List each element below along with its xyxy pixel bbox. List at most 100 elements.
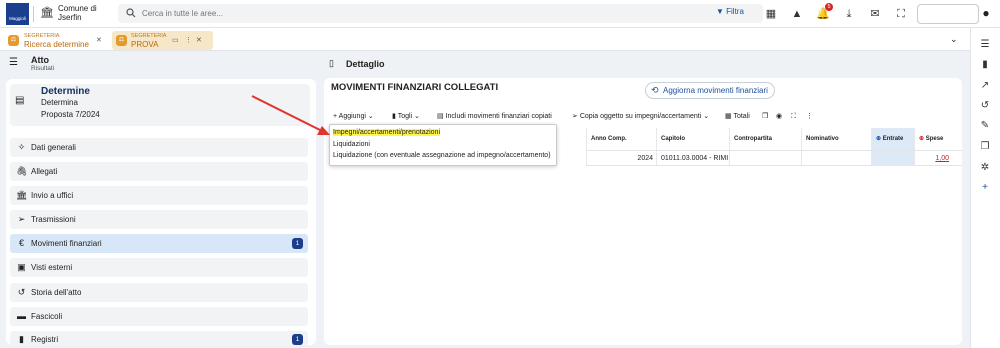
comune-line2: Jserfin [58,12,82,22]
fullscreen-icon[interactable]: ⛶ [893,6,909,22]
include-copies-button[interactable]: ▤ Includi movimenti finanziari copiati [437,110,552,123]
filter-label: Filtra [726,7,744,16]
minus-circle-icon: ⊕ [919,136,925,142]
chevron-down-icon: ⌄ [414,113,420,120]
cell-contropartita [729,151,801,166]
mail-icon[interactable]: ✉ [867,6,883,22]
user-icon[interactable]: ● [979,6,993,20]
search-input[interactable] [142,5,702,22]
column-header[interactable]: Capitolo [656,128,729,150]
count-badge: 1 [292,334,303,345]
panel-title: Atto [31,55,49,65]
euro-icon: € [18,238,24,248]
app-icon: ⚖ [116,35,127,46]
history-icon[interactable]: ↺ [978,99,992,113]
chevron-down-icon: ⌄ [367,113,374,120]
tab-title: PROVA [131,40,159,49]
detail-header: Dettaglio [346,59,385,69]
trash-icon: ▮ [392,113,396,120]
close-icon[interactable]: ✕ [96,36,102,44]
document-icon: ▤ [15,95,25,106]
nav-label: Invio a uffici [31,191,74,200]
plus-icon[interactable]: + [978,181,992,195]
copy-icon[interactable]: ❐ [978,140,992,154]
totals-button[interactable]: ▦ Totali [725,110,750,123]
folder-icon: ▬ [17,311,26,321]
expand-icon[interactable]: ⛶ [791,110,796,123]
town-hall-icon: 🏛 [40,7,54,19]
paperclip-icon: 🖇 [16,166,28,176]
column-header[interactable]: Nominativo [801,128,871,150]
remove-label: Togli [397,113,413,120]
column-header[interactable]: Anno Comp. [586,128,656,150]
card-title: Determine [41,86,90,97]
download-icon[interactable]: ⤓ [841,6,857,22]
list-icon[interactable]: ☰ [978,38,992,52]
nav-label: Registri [31,335,59,344]
book-icon[interactable]: ▮ [978,58,992,72]
copy-object-button[interactable]: ➢ Copia oggetto su impegni/accertamenti … [572,110,709,123]
user-box[interactable] [917,4,979,24]
cell-spese-link[interactable]: 1,00 [914,151,962,166]
trend-icon[interactable]: ↗ [978,79,992,93]
remove-button[interactable]: ▮ Togli ⌄ [392,110,420,123]
nav-label: Movimenti finanziari [31,239,102,248]
nav-label: Storia dell'atto [31,288,82,297]
add-label: Aggiungi [338,113,366,120]
panel-icon[interactable]: ▯ [329,58,334,69]
refresh-label: Aggiorna movimenti finanziari [663,86,768,95]
send-icon: ➢ [572,113,578,120]
warning-icon[interactable]: ▲ [789,6,805,22]
cell-nominativo [801,151,871,166]
column-header[interactable]: Contropartita [729,128,801,150]
plus-circle-icon: ⊕ [876,136,882,142]
logo-text: Maggioli [9,16,26,21]
filter-button[interactable]: ▼ Filtra [716,7,744,16]
column-label: Entrate [882,136,904,142]
network-icon[interactable]: ✲ [978,161,992,175]
divider [33,6,34,22]
totals-label: Totali [733,113,750,120]
notification-badge: 5 [825,3,833,11]
add-button[interactable]: + Aggiungi ⌄ [333,110,374,123]
include-copies-label: Includi movimenti finanziari copiati [445,113,552,120]
column-label: Spese [925,136,944,142]
eye-icon[interactable]: ◉ [776,110,782,123]
close-icon[interactable]: ✕ [196,36,202,44]
comune-name[interactable]: Comune di Jserfin [58,4,97,22]
stamp-icon: ▣ [17,262,26,272]
bookmark-icon[interactable]: ▭ [172,36,179,44]
column-header-spese[interactable]: ⊕ Spese [914,128,962,150]
more-icon[interactable]: ⋮ [185,36,192,44]
filter-icon: ▼ [716,7,727,16]
column-header-entrate[interactable]: ⊕ Entrate [871,128,914,150]
cell-capitolo: 01011.03.0004 - RIMI [656,151,729,166]
app-icon: ⚖ [8,35,19,46]
menu-icon[interactable]: ☰ [9,57,18,68]
building-icon: 🏛 [16,190,28,200]
nav-label: Visti esterni [31,263,73,272]
card-proposal: Proposta 7/2024 [41,110,100,119]
nav-label: Fascicoli [31,312,63,321]
panel-subtitle[interactable]: Risultati [31,65,54,72]
grid-icon[interactable]: ▦ [763,6,779,22]
book-icon: ▮ [19,334,24,344]
tab-category: SEGRETERIA [131,33,167,39]
chevron-down-icon[interactable]: ⌄ [950,34,958,45]
calculator-icon: ▦ [725,113,732,120]
nav-label: Dati generali [31,143,76,152]
menu-item-liquidazioni[interactable]: Liquidazioni [333,141,370,148]
nav-label: Allegati [31,167,58,176]
tab-category: SEGRETERIA [24,33,60,39]
maggioli-logo[interactable]: Maggioli [6,3,29,25]
more-icon[interactable]: ⋮ [806,110,813,123]
tab-title: Ricerca determine [24,40,89,49]
document-icon: ▤ [437,113,444,120]
menu-item-impegni[interactable]: Impegni/accertamenti/prenotazioni [333,129,441,136]
section-title: MOVIMENTI FINANZIARI COLLEGATI [331,82,499,93]
menu-item-liquidazione-assegnazione[interactable]: Liquidazione (con eventuale assegnazione… [333,152,551,159]
copy-icon[interactable]: ❐ [762,110,768,123]
wrench-icon[interactable]: ✎ [978,119,992,133]
history-icon: ↺ [17,287,26,297]
nav-label: Trasmissioni [31,215,76,224]
